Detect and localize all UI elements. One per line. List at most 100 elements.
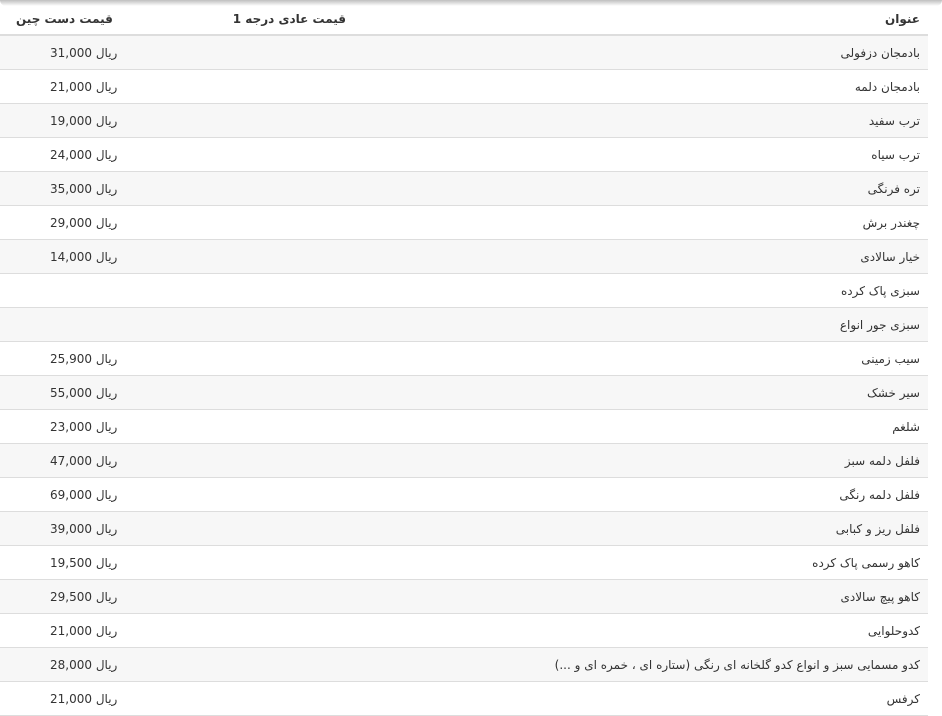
table-row: 25,900 ریال 22,400 ریالسیب زمینی <box>0 341 928 376</box>
currency-label: ریال <box>95 45 118 60</box>
table-row: 21,000 ریالسبزی جور انواع <box>0 307 928 342</box>
price-number: 23,000 <box>50 419 92 434</box>
price-number: 69,000 <box>50 487 92 502</box>
cell-title: کاهو پیچ سالادی <box>346 579 928 614</box>
table-row: 19,000 ریال 16,000 ریالترب سفید <box>0 103 928 138</box>
cell-title: سبزی جور انواع <box>346 307 928 342</box>
price-number: 31,000 <box>50 45 92 60</box>
cell-title: سبزی پاک کرده <box>346 273 928 308</box>
header-title[interactable]: عنوان <box>346 4 928 36</box>
price-value: 21,000 ریال <box>50 624 117 638</box>
currency-label: ریال <box>95 113 118 128</box>
cell-title: تره فرنگی <box>346 171 928 206</box>
currency-label: ریال <box>95 147 118 162</box>
cell-handpicked-price: 23,000 ریال <box>0 409 170 444</box>
cell-handpicked-price: 35,000 ریال <box>0 171 170 206</box>
currency-label: ریال <box>95 453 118 468</box>
cell-handpicked-price: 47,000 ریال <box>0 443 170 478</box>
cell-title: ترب سیاه <box>346 137 928 172</box>
currency-label: ریال <box>95 555 118 570</box>
table-row: 19,500 ریال 17,000 ریالکاهو رسمی پاک کرده <box>0 545 928 580</box>
cell-title: شلغم <box>346 409 928 444</box>
currency-label: ریال <box>95 521 118 536</box>
table-row: 24,000 ریال 21,000 ریالترب سیاه <box>0 137 928 172</box>
header-handpicked-price[interactable]: قیمت دست چین <box>0 4 170 36</box>
table-header: قیمت دست چین قیمت عادی درجه 1 عنوان <box>0 4 928 36</box>
price-number: 55,000 <box>50 385 92 400</box>
cell-normal-price: 21,000 ریال <box>170 681 346 716</box>
table-row: 69,000 ریال69,000 ریالفلفل دلمه رنگی <box>0 477 928 512</box>
price-number: 29,000 <box>50 215 92 230</box>
price-number: 19,500 <box>50 555 92 570</box>
price-number: 47,000 <box>50 453 92 468</box>
cell-title: سیر خشک <box>346 375 928 410</box>
cell-title: چغندر برش <box>346 205 928 240</box>
table-row: 21,000 ریال21,000 ریالکرفس <box>0 681 928 716</box>
cell-handpicked-price: 28,000 ریال <box>0 647 170 682</box>
price-value: 19,500 ریال <box>50 556 117 570</box>
price-value: 29,000 ریال <box>50 216 117 230</box>
table-row: 39,000 ریال39,000 ریالفلفل ریز و کبابی <box>0 511 928 546</box>
cell-normal-price: 14,000 ریال <box>170 239 346 274</box>
cell-handpicked-price: 25,900 ریال <box>0 341 170 376</box>
cell-title: کدو مسمایی سبز و انواع کدو گلخانه ای رنگ… <box>346 647 928 682</box>
cell-title: سیب زمینی <box>346 341 928 376</box>
price-value: 24,000 ریال <box>50 148 117 162</box>
cell-handpicked-price: 21,000 ریال <box>0 69 170 104</box>
table-row: 35,000 ریال 30,000 ریالتره فرنگی <box>0 171 928 206</box>
currency-label: ریال <box>95 79 118 94</box>
cell-normal-price: 30,000 ریال <box>170 171 346 206</box>
header-normal-price[interactable]: قیمت عادی درجه 1 <box>170 4 346 36</box>
cell-handpicked-price: 55,000 ریال <box>0 375 170 410</box>
table-row: 31,000 ریال 26,000 ریالبادمجان دزفولی <box>0 35 928 70</box>
price-value: 55,000 ریال <box>50 386 117 400</box>
currency-label: ریال <box>95 385 118 400</box>
price-value: 25,900 ریال <box>50 352 117 366</box>
price-value: 21,000 ریال <box>50 80 117 94</box>
cell-handpicked-price: 29,500 ریال <box>0 579 170 614</box>
cell-normal-price: 39,000 ریال <box>170 511 346 546</box>
currency-label: ریال <box>95 487 118 502</box>
cell-title: بادمجان دزفولی <box>346 35 928 70</box>
price-value: 29,500 ریال <box>50 590 117 604</box>
price-value: 39,000 ریال <box>50 522 117 536</box>
cell-normal-price: 26,000 ریال <box>170 35 346 70</box>
cell-title: فلفل دلمه رنگی <box>346 477 928 512</box>
table-row: 35,000 ریالسبزی پاک کرده <box>0 273 928 308</box>
table-row: 47,000 ریال47,000 ریالفلفل دلمه سبز <box>0 443 928 478</box>
cell-handpicked-price <box>0 273 170 308</box>
cell-normal-price: 26,500 ریال <box>170 579 346 614</box>
cell-normal-price: 18,000 ریال <box>170 69 346 104</box>
price-value: 31,000 ریال <box>50 46 117 60</box>
cell-handpicked-price: 39,000 ریال <box>0 511 170 546</box>
price-number: 35,000 <box>50 181 92 196</box>
cell-handpicked-price: 21,000 ریال <box>0 613 170 648</box>
price-value: 28,000 ریال <box>50 658 117 672</box>
currency-label: ریال <box>95 419 118 434</box>
price-number: 24,000 <box>50 147 92 162</box>
price-number: 14,000 <box>50 249 92 264</box>
cell-normal-price: 24,000 ریال <box>170 647 346 682</box>
price-value: 35,000 ریال <box>50 182 117 196</box>
price-number: 21,000 <box>50 79 92 94</box>
cell-normal-price: 20,000 ریال <box>170 409 346 444</box>
table-row: 55,000 ریال 50,000 ریالسیر خشک <box>0 375 928 410</box>
cell-normal-price: 47,000 ریال <box>170 443 346 478</box>
price-value: 21,000 ریال <box>50 692 117 706</box>
currency-label: ریال <box>95 657 118 672</box>
cell-handpicked-price <box>0 307 170 342</box>
cell-normal-price: 35,000 ریال <box>170 273 346 308</box>
cell-handpicked-price: 24,000 ریال <box>0 137 170 172</box>
cell-normal-price: 69,000 ریال <box>170 477 346 512</box>
price-value: 19,000 ریال <box>50 114 117 128</box>
cell-title: کدوحلوایی <box>346 613 928 648</box>
cell-title: کاهو رسمی پاک کرده <box>346 545 928 580</box>
header-row: قیمت دست چین قیمت عادی درجه 1 عنوان <box>0 4 928 36</box>
cell-title: فلفل ریز و کبابی <box>346 511 928 546</box>
table-row: 21,000 ریال 18,000 ریالبادمجان دلمه <box>0 69 928 104</box>
price-number: 19,000 <box>50 113 92 128</box>
price-number: 25,900 <box>50 351 92 366</box>
currency-label: ریال <box>95 623 118 638</box>
cell-normal-price: 19,000 ریال <box>170 613 346 648</box>
cell-title: کرفس <box>346 681 928 716</box>
